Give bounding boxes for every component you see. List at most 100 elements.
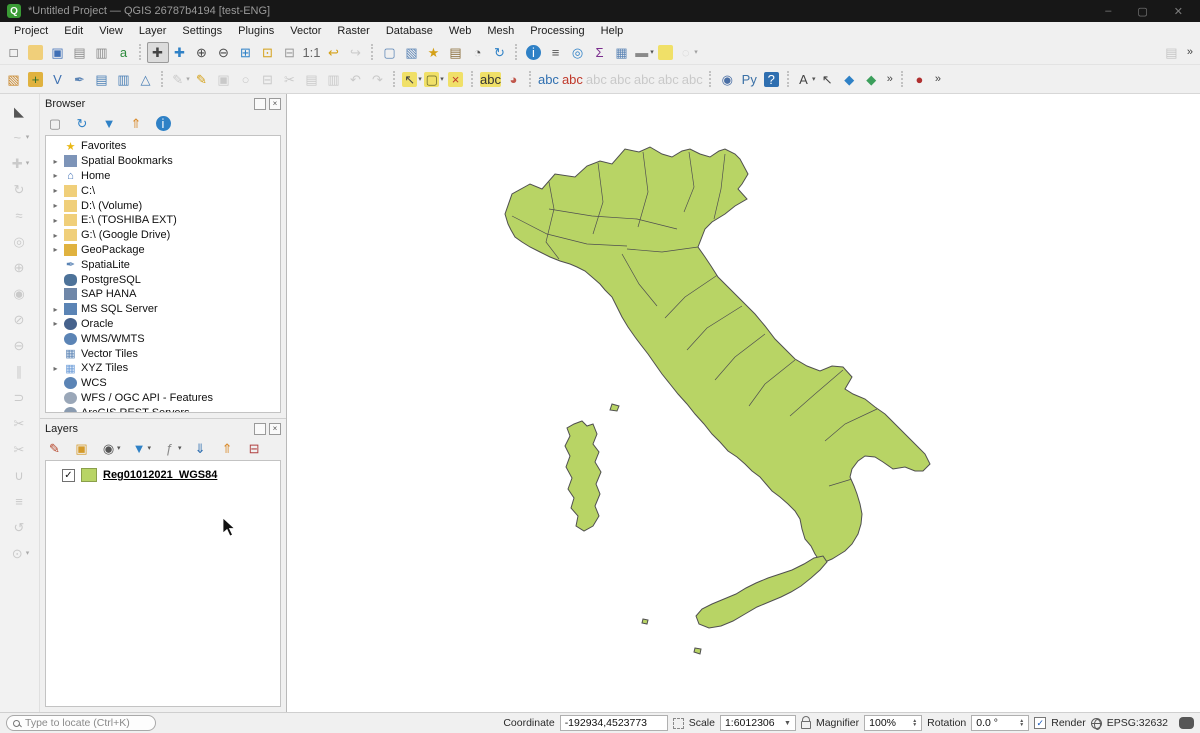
delete-ring-button[interactable]: ⊘	[9, 308, 31, 330]
cad-construction-button[interactable]: ◣	[9, 100, 31, 122]
menu-item[interactable]: Processing	[522, 23, 592, 39]
browser-tree-item[interactable]: WMS/WMTS	[46, 331, 280, 346]
plugin-red-button[interactable]: ●	[909, 69, 931, 90]
menu-item[interactable]: Plugins	[230, 23, 282, 39]
manage-map-themes-button[interactable]: ◉ ▾	[100, 439, 122, 457]
browser-tree-item[interactable]: ▸ ▦ XYZ Tiles	[46, 361, 280, 376]
expand-arrow-icon[interactable]: ▸	[51, 305, 60, 314]
vertex-tool-add-button[interactable]: ◆	[839, 69, 861, 90]
label-toolbar-button[interactable]: A ▾	[795, 69, 817, 90]
new-print-layout-button[interactable]: ▤	[69, 42, 91, 63]
move-label-button[interactable]: abc	[633, 69, 657, 90]
browser-tree-item[interactable]: ▸ E:\ (TOSHIBA EXT)	[46, 213, 280, 228]
browser-tree-item[interactable]: ▸ D:\ (Volume)	[46, 198, 280, 213]
menu-item[interactable]: Help	[593, 23, 632, 39]
minimize-button[interactable]: –	[1105, 5, 1111, 18]
zoom-last-button[interactable]: ↩	[323, 42, 345, 63]
spin-arrows-icon[interactable]: ▲▼	[1019, 719, 1024, 727]
layer-styling-button[interactable]: ✎	[46, 439, 64, 457]
browser-tree-item[interactable]: ★ Favorites	[46, 139, 280, 154]
browser-tree-item[interactable]: ArcGIS REST Servers	[46, 405, 280, 413]
label-options-button[interactable]: abc	[537, 69, 561, 90]
vertex-tool-remove-button[interactable]: ◆	[861, 69, 883, 90]
move-symbol-button[interactable]: ↖	[817, 69, 839, 90]
filter-by-expression-button[interactable]: ƒ ▾	[161, 439, 183, 457]
change-label-button[interactable]: abc	[681, 69, 705, 90]
menu-item[interactable]: Project	[6, 23, 56, 39]
browser-tree-item[interactable]: WFS / OGC API - Features	[46, 391, 280, 406]
pan-to-selection-button[interactable]: ✚	[169, 42, 191, 63]
browser-tree-item[interactable]: ▸ MS SQL Server	[46, 302, 280, 317]
show-layout-manager-button[interactable]: ▥	[91, 42, 113, 63]
layer-diagram-button[interactable]: ◕	[503, 69, 525, 90]
locator-search-input[interactable]: Type to locate (Ctrl+K)	[6, 715, 156, 731]
zoom-next-button[interactable]: ↪	[345, 42, 367, 63]
new-temporary-scratch-layer-button[interactable]: ▤	[91, 69, 113, 90]
browser-float-button[interactable]	[254, 98, 266, 110]
hidden-tool-icon[interactable]: ▤	[1161, 42, 1183, 63]
identify-features-button[interactable]: i	[523, 42, 545, 63]
new-virtual-layer-button[interactable]: ▥	[113, 69, 135, 90]
menu-item[interactable]: Edit	[56, 23, 91, 39]
open-project-button[interactable]	[25, 42, 47, 63]
cut-features-button[interactable]: ✂	[279, 69, 301, 90]
undo-button[interactable]: ↶	[345, 69, 367, 90]
temporal-controller-button[interactable]: ◔	[467, 42, 489, 63]
redo-button[interactable]: ↷	[367, 69, 389, 90]
map-canvas[interactable]	[287, 94, 1200, 712]
browser-tree-item[interactable]: ▸ C:\	[46, 183, 280, 198]
fill-ring-button[interactable]: ◉	[9, 282, 31, 304]
open-attribute-table-button[interactable]: ▦	[611, 42, 633, 63]
layer-row[interactable]: ✓ Reg01012021_WGS84	[46, 464, 280, 482]
add-part-button[interactable]: ⊕	[9, 256, 31, 278]
reshape-features-button[interactable]: ⊃	[9, 386, 31, 408]
merge-features-button[interactable]: ∪	[9, 464, 31, 486]
crs-status-button[interactable]: EPSG:32632	[1107, 717, 1168, 729]
new-shapefile-layer-button[interactable]: V	[47, 69, 69, 90]
extent-toggle-icon[interactable]	[673, 718, 684, 729]
deselect-all-button[interactable]: ×	[445, 69, 467, 90]
layer-visibility-checkbox[interactable]: ✓	[62, 469, 75, 482]
browser-tree-item[interactable]: PostgreSQL	[46, 272, 280, 287]
split-parts-button[interactable]: ✂	[9, 438, 31, 460]
new-project-button[interactable]: □	[3, 42, 25, 63]
open-data-source-manager-button[interactable]: ▧	[3, 69, 25, 90]
save-layer-edits-button[interactable]: ▣	[213, 69, 235, 90]
add-feature-button[interactable]: ○	[235, 69, 257, 90]
style-manager-button[interactable]: a	[113, 42, 135, 63]
collapse-all-button[interactable]: ⇑	[219, 439, 237, 457]
new-3d-map-view-button[interactable]: ▧	[401, 42, 423, 63]
coordinate-input[interactable]: -192934,4523773	[560, 715, 668, 731]
expand-arrow-icon[interactable]: ▸	[51, 319, 60, 328]
browser-tree-item[interactable]: SAP HANA	[46, 287, 280, 302]
browser-tree-item[interactable]: ▸ ⌂ Home	[46, 169, 280, 184]
render-checkbox[interactable]: ✓	[1034, 717, 1046, 729]
menu-item[interactable]: Database	[378, 23, 441, 39]
zoom-out-button[interactable]: ⊖	[213, 42, 235, 63]
pin-unpin-labels-button[interactable]: abc	[585, 69, 609, 90]
python-console-button[interactable]: Py	[739, 69, 761, 90]
select-features-by-value-button[interactable]: ▢ ▾	[423, 69, 445, 90]
measure-line-button[interactable]: ▬ ▾	[633, 42, 655, 63]
new-mesh-layer-button[interactable]: △	[135, 69, 157, 90]
expand-arrow-icon[interactable]: ▸	[51, 364, 60, 373]
refresh-map-button[interactable]: ↻	[489, 42, 511, 63]
browser-tree-item[interactable]: ▸ G:\ (Google Drive)	[46, 228, 280, 243]
browser-properties-button[interactable]: i	[154, 114, 172, 132]
menu-item[interactable]: Raster	[329, 23, 377, 39]
layer-labeling-button[interactable]: abc	[479, 69, 503, 90]
expand-arrow-icon[interactable]: ▸	[51, 216, 60, 225]
browser-tree-item[interactable]: ▸ Oracle	[46, 317, 280, 332]
menu-item[interactable]: Settings	[174, 23, 230, 39]
offset-point-symbol-button[interactable]: ⊙ ▾	[9, 542, 31, 564]
pan-map-button[interactable]: ✚	[147, 42, 169, 63]
new-geopackage-layer-button[interactable]: +	[25, 69, 47, 90]
layers-close-button[interactable]: ×	[269, 423, 281, 435]
toolbar-overflow-chevron[interactable]: »	[931, 73, 945, 85]
browser-refresh-button[interactable]: ↻	[73, 114, 91, 132]
scale-combobox[interactable]: 1:6012306▼	[720, 715, 796, 731]
rotate-point-symbols-button[interactable]: ↺	[9, 516, 31, 538]
layer-name[interactable]: Reg01012021_WGS84	[103, 469, 217, 481]
select-features-button[interactable]: ↖ ▾	[401, 69, 423, 90]
move-feature-button[interactable]: ✚ ▾	[9, 152, 31, 174]
